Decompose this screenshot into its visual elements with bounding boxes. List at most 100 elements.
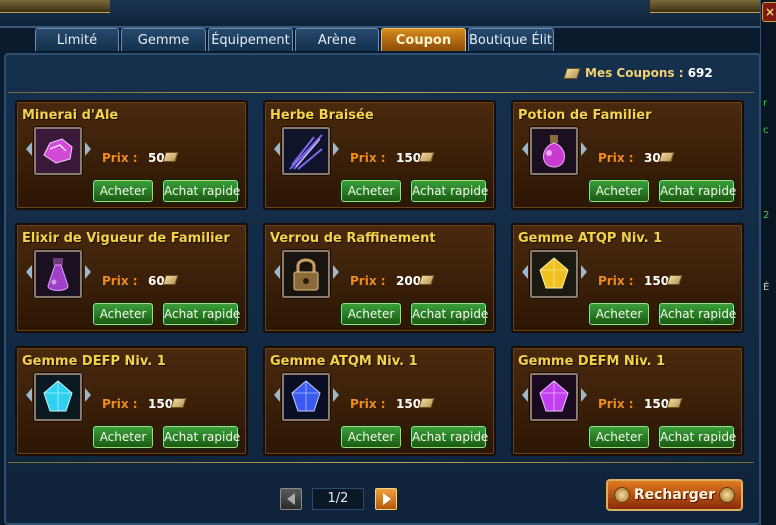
price-label: Prix : [102,151,138,165]
tab-limite[interactable]: Limité [35,28,119,51]
arrow-left-icon [26,388,32,402]
price-label: Prix : [102,397,138,411]
buy-button[interactable]: Acheter [341,180,401,202]
item-name: Gemme ATQM Niv. 1 [270,354,418,369]
coupon-icon [563,68,581,79]
coupon-icon [418,275,435,285]
price-label: Prix : [350,397,386,411]
frame-ornament-right [650,0,760,13]
close-icon[interactable]: × [762,2,776,22]
arrow-left-icon [522,265,528,279]
item-card: Minerai d'Ale Prix : 50 Acheter Achat rapide [15,100,248,210]
arrow-right-icon [333,265,339,279]
tab-coupon[interactable]: Coupon [381,28,466,51]
arrow-left-icon [522,142,528,156]
tab-boutique-elite[interactable]: Boutique Élite [468,28,554,51]
price-value: 200 [396,274,422,288]
side-glyph: É [763,282,770,293]
side-glyph: c [763,125,769,136]
lock-icon[interactable] [282,250,330,298]
item-card: Verrou de Raffinement Prix : 200 Acheter Ach… [263,223,496,333]
coupon-balance: Mes Coupons : 692 [563,66,713,82]
arrow-left-icon [26,265,32,279]
item-name: Herbe Braisée [270,108,374,123]
price-value: 150 [396,397,422,411]
buy-button[interactable]: Acheter [341,426,401,448]
coupon-icon [666,398,683,408]
item-card: Élixir de Vigueur de Familier Prix : 60 Ach… [15,223,248,333]
cyan-gem-icon[interactable] [34,373,82,421]
price-value: 150 [148,397,174,411]
coupon-icon [162,152,179,162]
price-value: 60 [148,274,165,288]
prev-page-button[interactable] [280,488,302,510]
item-card: Gemme ATQM Niv. 1 Prix : 150 Acheter Achat r… [263,346,496,456]
divider-bottom [8,462,754,463]
item-card: Gemme ATQP Niv. 1 Prix : 150 Acheter Achat r… [511,223,744,333]
item-card: Gemme DÉFP Niv. 1 Prix : 150 Acheter Achat r… [15,346,248,456]
arrow-left-icon [522,388,528,402]
price-value: 150 [644,397,670,411]
item-name: Gemme DÉFP Niv. 1 [22,354,166,369]
yellow-gem-icon[interactable] [530,250,578,298]
next-page-button[interactable] [375,488,397,510]
item-name: Minerai d'Ale [22,108,119,123]
knob-icon [614,487,630,503]
item-card: Gemme DÉFM Niv. 1 Prix : 150 Acheter Achat r… [511,346,744,456]
reload-button[interactable]: Recharger [606,479,743,511]
buy-button[interactable]: Acheter [589,180,649,202]
price-value: 150 [644,274,670,288]
divider-top [8,92,754,93]
page-indicator: 1/2 [312,488,364,510]
arrow-right-icon [383,493,391,505]
arrow-right-icon [581,265,587,279]
price-label: Prix : [598,151,634,165]
quick-buy-button[interactable]: Achat rapide [411,180,488,202]
potion-icon[interactable] [530,127,578,175]
knob-icon [719,487,735,503]
tab-equipement[interactable]: Équipement [208,28,293,51]
purple-gem-icon[interactable] [530,373,578,421]
coupon-icon [658,152,675,162]
item-name: Élixir de Vigueur de Familier [22,231,230,246]
quick-buy-button[interactable]: Achat rapide [659,303,736,325]
buy-button[interactable]: Acheter [341,303,401,325]
quick-buy-button[interactable]: Achat rapide [659,180,736,202]
tab-gemme[interactable]: Gemme [121,28,206,51]
quick-buy-button[interactable]: Achat rapide [411,303,488,325]
buy-button[interactable]: Acheter [589,426,649,448]
side-glyph: 2 [763,210,770,221]
buy-button[interactable]: Acheter [93,426,153,448]
quick-buy-button[interactable]: Achat rapide [163,426,240,448]
quick-buy-button[interactable]: Achat rapide [659,426,736,448]
arrow-right-icon [85,142,91,156]
tab-arene[interactable]: Arène [295,28,379,51]
herb-icon[interactable] [282,127,330,175]
buy-button[interactable]: Acheter [93,303,153,325]
blue-gem-icon[interactable] [282,373,330,421]
buy-button[interactable]: Acheter [589,303,649,325]
price-label: Prix : [350,151,386,165]
price-label: Prix : [350,274,386,288]
item-card: Potion de Familier Prix : 30 Acheter Achat r… [511,100,744,210]
quick-buy-button[interactable]: Achat rapide [163,180,240,202]
coupon-value: 692 [687,66,713,80]
buy-button[interactable]: Acheter [93,180,153,202]
price-label: Prix : [102,274,138,288]
arrow-left-icon [287,493,295,505]
quick-buy-button[interactable]: Achat rapide [411,426,488,448]
item-name: Verrou de Raffinement [270,231,436,246]
arrow-right-icon [333,142,339,156]
ore-icon[interactable] [34,127,82,175]
item-card: Herbe Braisée Prix : 150 Acheter Achat rapid… [263,100,496,210]
coupon-icon [162,275,179,285]
arrow-left-icon [26,142,32,156]
coupon-icon [170,398,187,408]
price-value: 30 [644,151,661,165]
elixir-icon[interactable] [34,250,82,298]
arrow-left-icon [274,388,280,402]
price-value: 150 [396,151,422,165]
quick-buy-button[interactable]: Achat rapide [163,303,240,325]
arrow-left-icon [274,142,280,156]
item-name: Gemme ATQP Niv. 1 [518,231,663,246]
